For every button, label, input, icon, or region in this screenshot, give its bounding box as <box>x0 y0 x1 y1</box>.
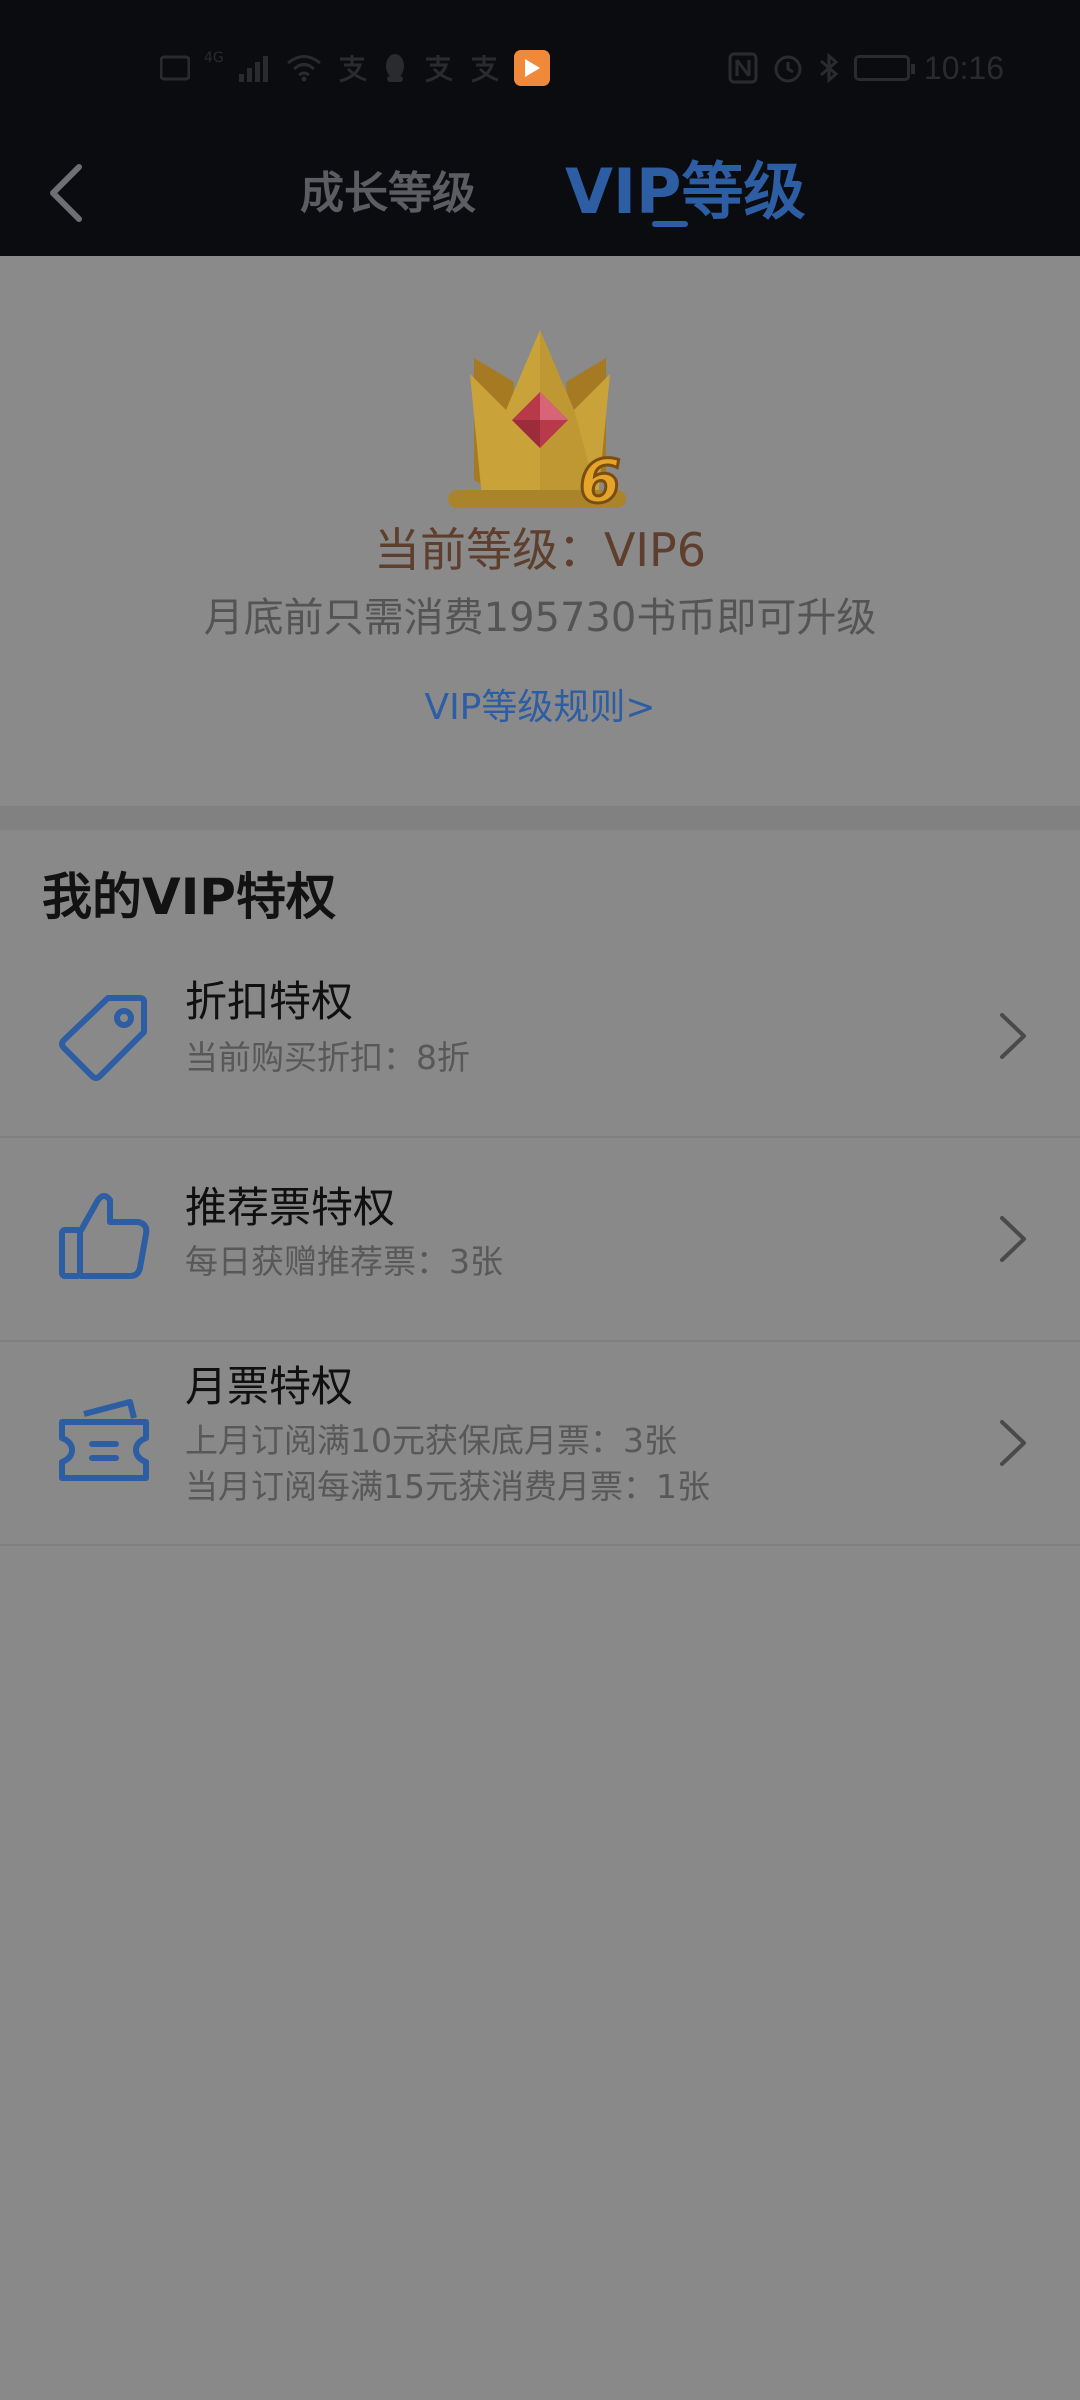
tab-growth-level[interactable]: 成长等级 <box>300 157 476 231</box>
tag-icon <box>59 995 147 1081</box>
privilege-title: 推荐票特权 <box>185 1183 396 1232</box>
battery-icon <box>853 55 915 81</box>
signal-icon <box>238 56 268 82</box>
current-level-text: 当前等级：VIP6 <box>373 523 707 577</box>
chevron-right-icon <box>1000 1216 1026 1262</box>
privilege-description: 每日获赠推荐票：3张 <box>185 1242 503 1281</box>
app-icon <box>513 50 550 86</box>
chevron-right-icon <box>1000 1013 1026 1059</box>
status-bar: 4G 10:16 <box>0 0 1080 135</box>
nav-bar: 成长等级 VIP等级 <box>0 135 1080 256</box>
status-time: 10:16 <box>923 50 1004 86</box>
network-type-label: 4G <box>204 50 224 66</box>
alarm-icon <box>774 55 802 83</box>
section-divider <box>0 806 1080 830</box>
chevron-left-icon <box>50 164 82 222</box>
vip-level-screen: 4G 10:16 成长等级 VIP等级 6 当前等级：VIP6 月底前只需消费1… <box>0 0 1080 2400</box>
wifi-icon <box>286 55 321 82</box>
privilege-title: 月票特权 <box>185 1362 354 1411</box>
status-left-icons: 4G <box>160 48 550 88</box>
back-button[interactable] <box>30 153 100 233</box>
alipay-icon <box>471 55 499 83</box>
bluetooth-icon <box>819 52 839 84</box>
privilege-item-monthly-ticket[interactable]: 月票特权 上月订阅满10元获保底月票：3张 当月订阅每满15元获消费月票：1张 <box>0 1342 1080 1544</box>
alipay-icon <box>339 55 367 83</box>
privileges-section-title: 我的VIP特权 <box>42 868 336 926</box>
hd-icon <box>160 55 190 81</box>
privilege-description: 当前购买折扣：8折 <box>185 1038 470 1077</box>
chevron-right-icon <box>1000 1420 1026 1466</box>
privilege-title: 折扣特权 <box>185 977 354 1026</box>
privilege-description-line-2: 当月订阅每满15元获消费月票：1张 <box>185 1467 710 1506</box>
status-right-icons: 10:16 <box>728 48 1004 88</box>
privilege-item-recommend-ticket[interactable]: 推荐票特权 每日获赠推荐票：3张 <box>0 1138 1080 1340</box>
nfc-icon <box>728 52 758 84</box>
alipay-icon <box>425 55 453 83</box>
privilege-description-line-1: 上月订阅满10元获保底月票：3张 <box>185 1421 677 1460</box>
vip-rules-link[interactable]: VIP等级规则> <box>0 681 1080 735</box>
active-tab-indicator <box>652 221 688 227</box>
row-divider <box>0 1544 1080 1546</box>
privilege-item-discount[interactable]: 折扣特权 当前购买折扣：8折 <box>0 936 1080 1136</box>
ticket-icon <box>59 1399 149 1481</box>
crown-level-number: 6 <box>579 447 621 512</box>
thumbs-up-icon <box>59 1193 150 1279</box>
crown-icon: 6 <box>448 330 626 512</box>
vip-level-card: 6 当前等级：VIP6 月底前只需消费195730书币即可升级 VIP等级规则> <box>0 256 1080 806</box>
qq-icon <box>385 54 404 82</box>
upgrade-hint-text: 月底前只需消费195730书币即可升级 <box>203 595 877 641</box>
